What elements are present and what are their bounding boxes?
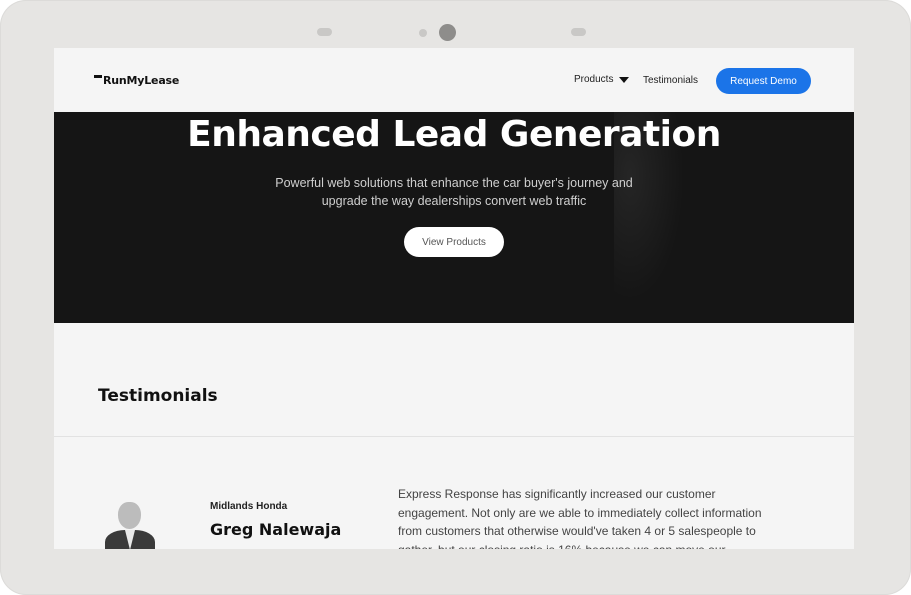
testimonial-company: Midlands Honda: [210, 501, 288, 512]
logo-mark-icon: [94, 75, 102, 78]
website-screen: RunMyLease Products Testimonials Request…: [54, 48, 854, 549]
hero-section: Enhanced Lead Generation Powerful web so…: [54, 112, 854, 323]
testimonial-quote: Express Response has significantly incre…: [398, 487, 762, 549]
view-products-button[interactable]: View Products: [404, 227, 504, 257]
sensor-dot: [419, 29, 427, 37]
nav-products-label: Products: [574, 74, 614, 85]
sensor-right: [571, 28, 586, 36]
request-demo-button[interactable]: Request Demo: [716, 68, 811, 94]
section-divider: [54, 436, 854, 437]
camera-icon: [439, 24, 456, 41]
avatar-head: [118, 502, 141, 529]
top-navbar: RunMyLease Products Testimonials Request…: [54, 48, 854, 112]
hero-title: Enhanced Lead Generation: [187, 114, 721, 155]
tablet-top-bezel: [0, 0, 911, 48]
brand-logo[interactable]: RunMyLease: [94, 74, 179, 87]
tablet-frame: RunMyLease Products Testimonials Request…: [0, 0, 911, 595]
logo-text: RunMyLease: [103, 74, 180, 87]
nav-products-dropdown[interactable]: Products: [574, 74, 630, 85]
testimonial-person-name: Greg Nalewaja: [210, 520, 342, 539]
hero-subtitle: Powerful web solutions that enhance the …: [275, 176, 633, 208]
caret-down-icon: [619, 76, 630, 83]
testimonials-heading: Testimonials: [98, 386, 218, 406]
testimonial-avatar: [105, 500, 155, 549]
nav-testimonials-link[interactable]: Testimonials: [643, 75, 698, 86]
sensor-left: [317, 28, 332, 36]
